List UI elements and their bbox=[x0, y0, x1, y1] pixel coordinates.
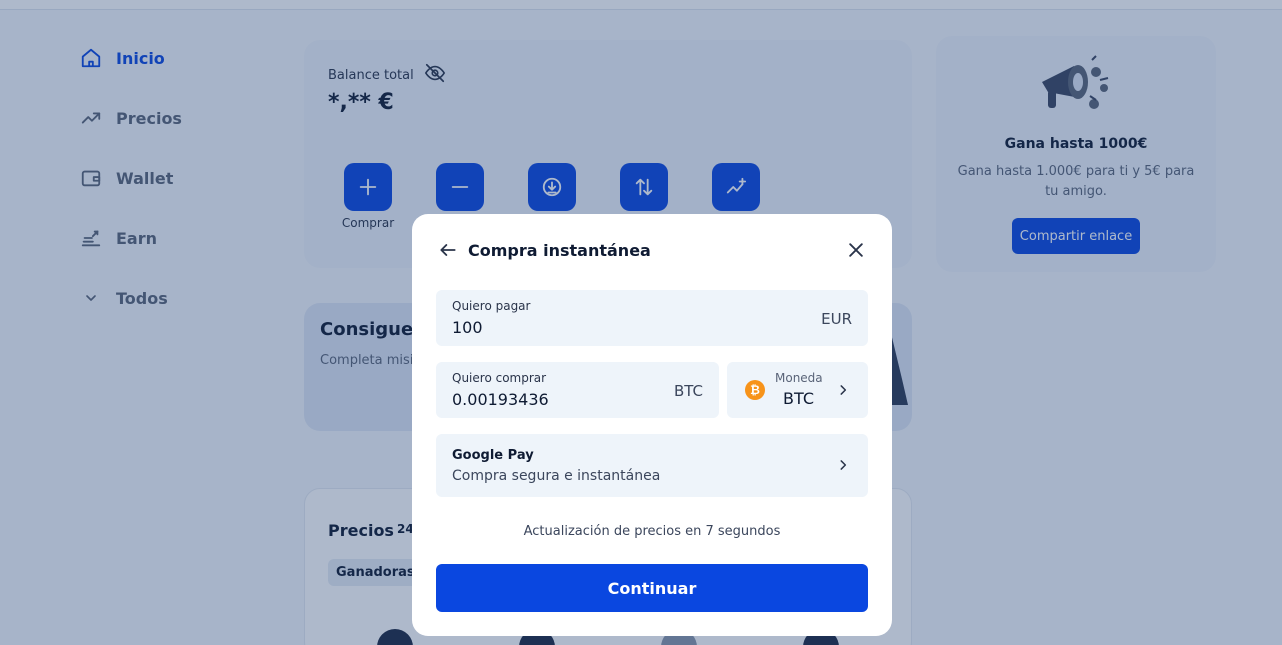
buy-amount-field[interactable]: Quiero comprar BTC bbox=[436, 362, 719, 418]
continue-button[interactable]: Continuar bbox=[436, 564, 868, 612]
instant-buy-modal: Compra instantánea Quiero pagar EUR Quie… bbox=[412, 214, 892, 636]
coin-selector-label: Moneda bbox=[775, 371, 823, 385]
buy-amount-label: Quiero comprar bbox=[452, 371, 547, 385]
chevron-right-icon bbox=[836, 457, 850, 476]
chevron-right-icon bbox=[836, 382, 850, 401]
payment-method-selector[interactable]: Google Pay Compra segura e instantánea bbox=[436, 434, 868, 497]
buy-currency: BTC bbox=[673, 382, 703, 400]
close-icon[interactable] bbox=[844, 238, 868, 262]
payment-method-description: Compra segura e instantánea bbox=[452, 468, 661, 484]
coin-selector-value: BTC bbox=[783, 389, 814, 408]
payment-method-title: Google Pay bbox=[452, 448, 534, 463]
buy-amount-input[interactable] bbox=[452, 390, 652, 409]
modal-title: Compra instantánea bbox=[468, 240, 651, 260]
price-refresh-note: Actualización de precios en 7 segundos bbox=[523, 524, 781, 539]
bitcoin-icon: ₿ bbox=[745, 380, 765, 400]
coin-selector[interactable]: ₿ Moneda BTC bbox=[727, 362, 868, 418]
pay-amount-label: Quiero pagar bbox=[452, 299, 531, 313]
pay-amount-field[interactable]: Quiero pagar EUR bbox=[436, 290, 868, 346]
pay-amount-input[interactable] bbox=[452, 318, 752, 337]
pay-currency: EUR bbox=[821, 310, 852, 328]
modal-header: Compra instantánea bbox=[436, 238, 868, 262]
back-arrow-icon[interactable] bbox=[436, 238, 460, 262]
